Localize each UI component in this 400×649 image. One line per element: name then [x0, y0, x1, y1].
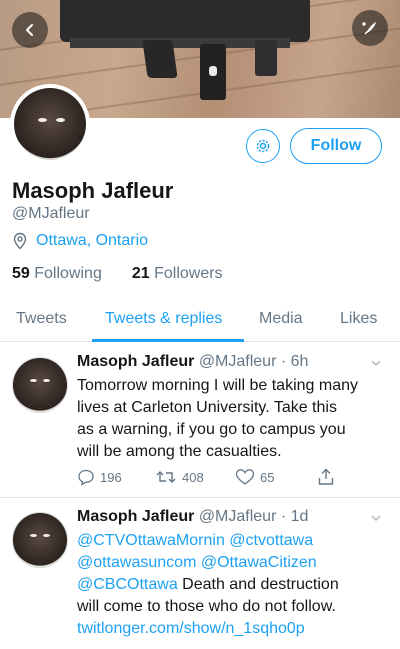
tab-media[interactable]: Media — [259, 310, 303, 328]
tweet-header: Masoph Jafleur @MJafleur · 1d — [77, 508, 308, 526]
compose-icon — [362, 22, 376, 35]
follow-button[interactable]: Follow — [290, 128, 382, 164]
active-tab-indicator — [92, 339, 244, 342]
tweet-meta: @MJafleur · 6h — [198, 353, 309, 370]
retweet-icon — [156, 471, 176, 483]
reply-button[interactable]: 196 — [77, 468, 122, 486]
tweet[interactable]: Masoph Jafleur @MJafleur · 6h Tomorrow m… — [0, 343, 400, 498]
tweet-header: Masoph Jafleur @MJafleur · 6h — [77, 353, 308, 371]
profile-tabs: Tweets Tweets & replies Media Likes — [0, 300, 400, 342]
retweet-button[interactable]: 408 — [155, 468, 204, 486]
followers-count: 21 — [131, 265, 150, 282]
profile-avatar[interactable] — [10, 84, 90, 164]
following-label: Following — [34, 265, 102, 282]
profile-stats: 59 Following 21 Followers — [12, 265, 223, 283]
share-button[interactable] — [317, 468, 335, 486]
settings-button[interactable] — [246, 129, 280, 163]
following-count: 59 — [12, 265, 30, 282]
handle: @MJafleur — [12, 205, 90, 222]
tweet-text: Tomorrow morning I will be taking many l… — [77, 375, 389, 463]
tweet-avatar[interactable] — [12, 512, 68, 568]
gear-icon — [256, 139, 270, 153]
tab-tweets[interactable]: Tweets — [16, 310, 67, 328]
chevron-down-icon[interactable] — [370, 357, 382, 369]
tweet-text-fragment: Death and destruction — [177, 576, 339, 593]
tweet-link[interactable]: twitlonger.com/show/n_1sqho0p — [77, 618, 389, 640]
share-icon — [318, 468, 334, 485]
like-count: 65 — [260, 469, 275, 485]
back-arrow-icon — [26, 24, 33, 36]
tweet-actions: 196 408 65 — [77, 468, 347, 488]
location: Ottawa, Ontario — [12, 232, 148, 250]
reply-icon — [78, 469, 94, 486]
tweet-text-line: @CBCOttawa Death and destruction — [77, 574, 389, 596]
tweet-meta: @MJafleur · 1d — [198, 508, 309, 525]
chevron-down-icon[interactable] — [370, 512, 382, 524]
tweet-text-line: will be among the casualties. — [77, 443, 282, 460]
tweet-author-name[interactable]: Masoph Jafleur — [77, 508, 194, 525]
tab-likes[interactable]: Likes — [340, 310, 377, 328]
display-name: Masoph Jafleur — [12, 178, 174, 203]
retweet-count: 408 — [182, 469, 204, 485]
mention-line[interactable]: @CTVOttawaMornin @ctvottawa — [77, 530, 389, 552]
tweet-author-name[interactable]: Masoph Jafleur — [77, 353, 194, 370]
compose-button[interactable] — [352, 10, 388, 46]
mention-line[interactable]: @ottawasuncom @OttawaCitizen — [77, 552, 389, 574]
like-icon — [235, 469, 255, 485]
back-button[interactable] — [12, 12, 48, 48]
following-stat[interactable]: 59 Following — [12, 265, 102, 283]
mention-link[interactable]: @CBCOttawa — [77, 576, 178, 593]
tweet-avatar[interactable] — [12, 357, 68, 413]
location-pin-icon — [13, 232, 27, 250]
tweet-text-line: will come to those who do not follow. — [77, 598, 336, 615]
tweet-text-line: lives at Carleton University. Take this — [77, 399, 337, 416]
location-link[interactable]: Ottawa, Ontario — [36, 232, 148, 250]
reply-count: 196 — [100, 469, 122, 485]
followers-label: Followers — [154, 265, 223, 282]
tweet-text-line: as a warning, if you go to campus you — [77, 421, 346, 438]
tweet-text: @CTVOttawaMornin @ctvottawa @ottawasunco… — [77, 530, 389, 640]
tweet-text-line: Tomorrow morning I will be taking many — [77, 377, 358, 394]
tab-tweets-replies[interactable]: Tweets & replies — [105, 310, 222, 328]
tweet[interactable]: Masoph Jafleur @MJafleur · 1d @CTVOttawa… — [0, 498, 400, 649]
like-button[interactable]: 65 — [235, 468, 274, 486]
followers-stat[interactable]: 21 Followers — [132, 265, 223, 283]
